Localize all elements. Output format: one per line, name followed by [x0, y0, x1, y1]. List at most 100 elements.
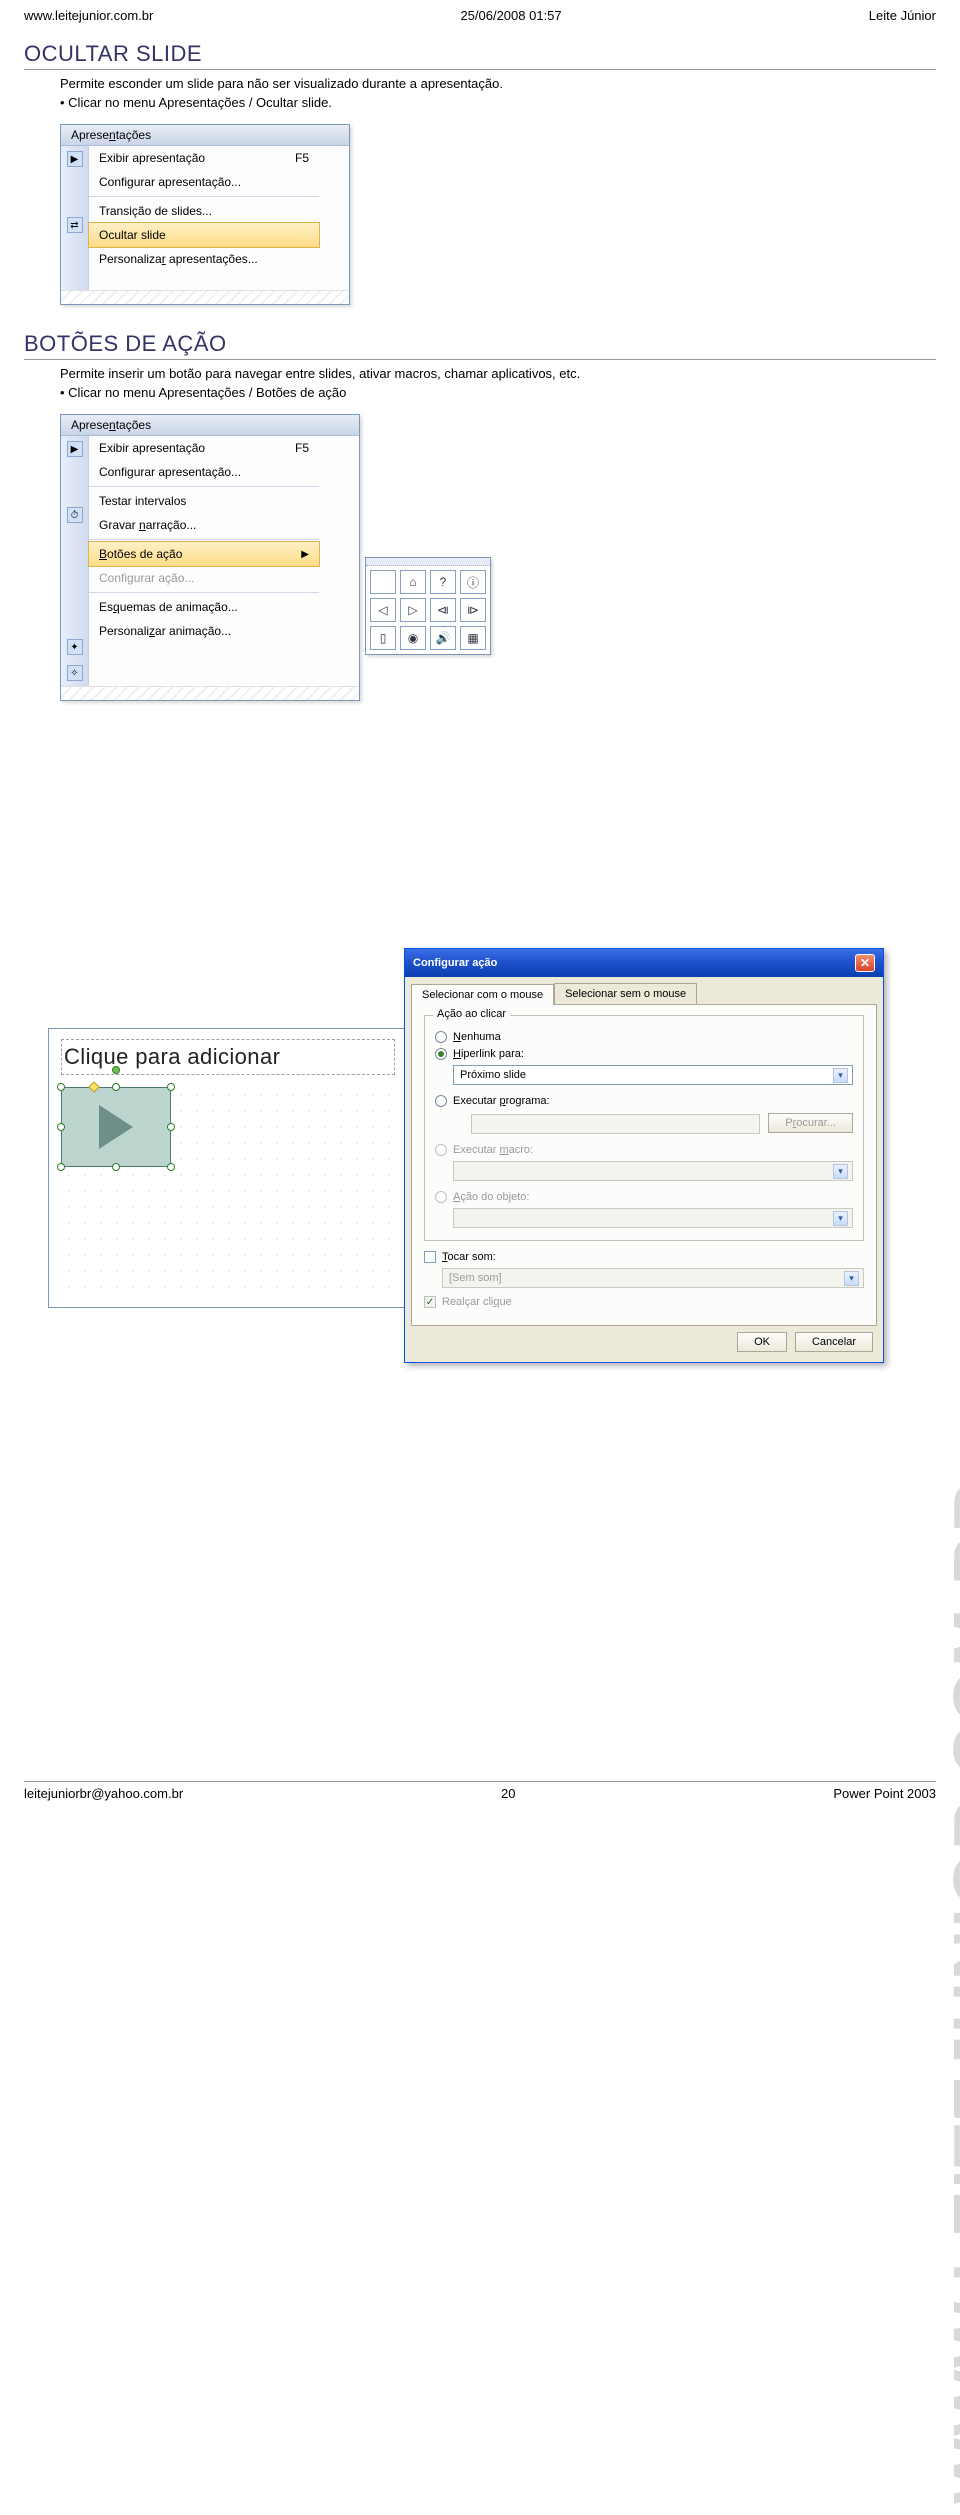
resize-handle[interactable]	[57, 1083, 65, 1091]
menu-item-gravar[interactable]: Gravar narração...	[89, 513, 319, 537]
resize-handle[interactable]	[57, 1123, 65, 1131]
watermark-url: WWW.LEITEJUNIOR.COM.BR	[938, 1480, 960, 2504]
resize-handle[interactable]	[112, 1163, 120, 1171]
radio-object	[435, 1191, 447, 1203]
label-macro: Executar macro:	[453, 1144, 533, 1156]
page-footer: leitejuniorbr@yahoo.com.br 20 Power Poin…	[24, 1782, 936, 1801]
menu-separator	[89, 592, 319, 593]
group-title-action: Ação ao clicar	[433, 1008, 510, 1020]
radio-none[interactable]	[435, 1031, 447, 1043]
label-none: Nenhuma	[453, 1031, 501, 1043]
ok-button[interactable]: OK	[737, 1332, 787, 1352]
close-icon[interactable]: ✕	[855, 954, 875, 972]
resize-handle[interactable]	[167, 1123, 175, 1131]
slideshow-icon: ▶	[67, 441, 83, 457]
menu-item-configurar2[interactable]: Configurar apresentação...	[89, 460, 319, 484]
footer-left: leitejuniorbr@yahoo.com.br	[24, 1786, 183, 1801]
menu-item-testar[interactable]: Testar intervalos	[89, 489, 319, 513]
custom-anim-icon: ✧	[67, 665, 83, 681]
combo-hyperlink[interactable]: Próximo slide ▾	[453, 1065, 853, 1085]
resize-handle[interactable]	[167, 1163, 175, 1171]
checkbox-sound[interactable]	[424, 1251, 436, 1263]
section1-bullet: Clicar no menu Apresentações / Ocultar s…	[60, 95, 936, 110]
anim-scheme-icon: ✦	[67, 639, 83, 655]
input-program-path	[471, 1114, 760, 1134]
submenu-grip[interactable]	[366, 558, 490, 566]
action-btn-forward[interactable]: ▷	[400, 598, 426, 622]
menu-apresentacoes-2: Apresentações ▶ ⏱ ✦ ✧	[60, 414, 360, 701]
adjust-handle[interactable]	[88, 1081, 99, 1092]
menu-item-configurar[interactable]: Configurar apresentação...	[89, 170, 319, 194]
section-title-botoes: BOTÕES DE AÇÃO	[24, 331, 936, 360]
menu-item-personalizar-apres[interactable]: Personalizar apresentações...	[89, 247, 319, 271]
action-btn-sound[interactable]: 🔊	[430, 626, 456, 650]
chevron-down-icon: ▾	[833, 1211, 848, 1226]
checkbox-highlight: ✓	[424, 1296, 436, 1308]
section2-bullet: Clicar no menu Apresentações / Botões de…	[60, 385, 936, 400]
transition-icon: ⇄	[67, 217, 83, 233]
action-btn-info[interactable]: ⓘ	[460, 570, 486, 594]
label-object: Ação do objeto:	[453, 1191, 529, 1203]
label-highlight: Realçar clique	[442, 1296, 512, 1308]
footer-right: Power Point 2003	[833, 1786, 936, 1801]
menu1-title[interactable]: Apresentações	[61, 125, 349, 146]
resize-handle[interactable]	[57, 1163, 65, 1171]
label-hyperlink: Hiperlink para:	[453, 1048, 524, 1060]
chevron-down-icon[interactable]: ▾	[833, 1068, 848, 1083]
tab-mouse-over[interactable]: Selecionar sem o mouse	[554, 983, 697, 1004]
action-btn-last[interactable]: ⧐	[460, 598, 486, 622]
dialog-titlebar[interactable]: Configurar ação ✕	[405, 949, 883, 977]
section2-desc: Permite inserir um botão para navegar en…	[60, 366, 936, 381]
action-btn-first[interactable]: ⧏	[430, 598, 456, 622]
menu2-title[interactable]: Apresentações	[61, 415, 359, 436]
cancel-button[interactable]: Cancelar	[795, 1332, 873, 1352]
resize-handle[interactable]	[112, 1083, 120, 1091]
menu-item-exibir[interactable]: Exibir apresentaçãoF5	[89, 146, 319, 170]
resize-handle[interactable]	[167, 1083, 175, 1091]
chevron-right-icon: ▶	[301, 549, 309, 560]
menu-torn-edge	[61, 686, 359, 700]
dialog-configurar-acao: Configurar ação ✕ Selecionar com o mouse…	[404, 948, 884, 1363]
menu-item-esquemas[interactable]: Esquemas de animação...	[89, 595, 319, 619]
action-btn-document[interactable]: ▯	[370, 626, 396, 650]
menu-item-transicao[interactable]: Transição de slides...	[89, 199, 319, 223]
combo-object: ▾	[453, 1208, 853, 1228]
action-btn-home[interactable]: ⌂	[400, 570, 426, 594]
action-btn-blank[interactable]	[370, 570, 396, 594]
menu-item-exibir2[interactable]: Exibir apresentaçãoF5	[89, 436, 319, 460]
menu-item-botoes-acao[interactable]: Botões de ação▶	[88, 541, 320, 567]
tab-mouse-click[interactable]: Selecionar com o mouse	[411, 984, 554, 1005]
rotate-handle[interactable]	[112, 1066, 120, 1074]
inserted-action-button[interactable]	[61, 1087, 171, 1167]
menu-apresentacoes-1: Apresentações ▶ ⇄ Exibir apresentaçãoF5 …	[60, 124, 350, 305]
chevron-down-icon: ▾	[844, 1271, 859, 1286]
header-left: www.leitejunior.com.br	[24, 8, 153, 23]
menu-item-personalizar-anim[interactable]: Personalizar animação...	[89, 619, 319, 643]
slideshow-icon: ▶	[67, 151, 83, 167]
combo-macro: ▾	[453, 1161, 853, 1181]
menu-separator	[89, 539, 319, 540]
menu-item-ocultar-slide[interactable]: Ocultar slide	[88, 222, 320, 248]
radio-program[interactable]	[435, 1095, 447, 1107]
action-btn-movie[interactable]: ▦	[460, 626, 486, 650]
chevron-down-icon: ▾	[833, 1164, 848, 1179]
action-btn-help[interactable]: ?	[430, 570, 456, 594]
footer-center: 20	[501, 1786, 515, 1801]
section-title-ocultar: OCULTAR SLIDE	[24, 41, 936, 70]
page-header: www.leitejunior.com.br 25/06/2008 01:57 …	[24, 8, 936, 27]
label-program: Executar programa:	[453, 1095, 550, 1107]
radio-hyperlink[interactable]	[435, 1048, 447, 1060]
browse-button: Procurar...	[768, 1113, 853, 1133]
label-sound: Tocar som:	[442, 1251, 496, 1263]
action-buttons-submenu: ⌂ ? ⓘ ◁ ▷ ⧏ ⧐ ▯ ◉ 🔊 ▦	[365, 557, 491, 655]
action-btn-back[interactable]: ◁	[370, 598, 396, 622]
timer-icon: ⏱	[67, 507, 83, 523]
combo-sound: [Sem som]▾	[442, 1268, 864, 1288]
menu-item-config-acao: Configurar ação...	[89, 566, 319, 590]
header-center: 25/06/2008 01:57	[460, 8, 561, 23]
action-btn-return[interactable]: ◉	[400, 626, 426, 650]
radio-macro	[435, 1144, 447, 1156]
menu-separator	[89, 196, 319, 197]
menu-separator	[89, 486, 319, 487]
header-right: Leite Júnior	[869, 8, 936, 23]
